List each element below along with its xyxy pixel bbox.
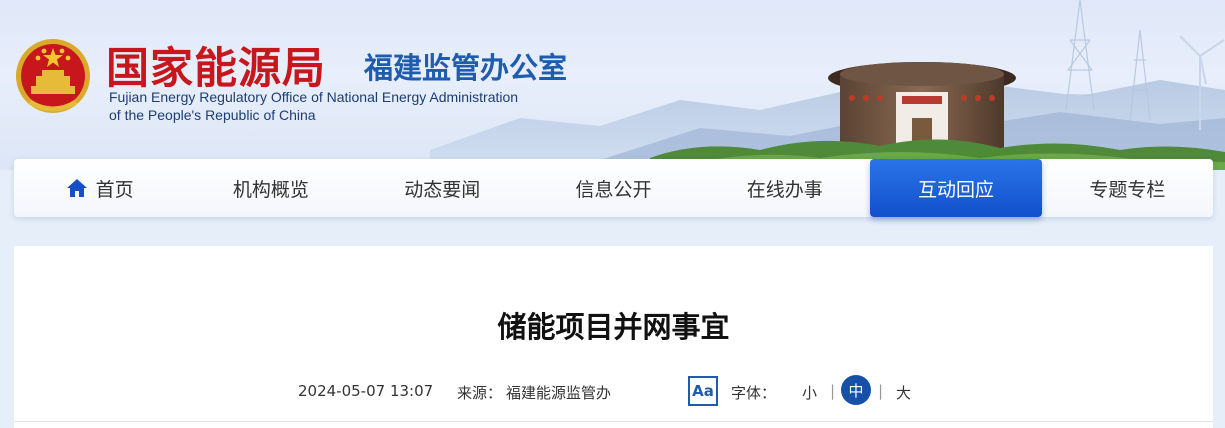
site-title-en: Fujian Energy Regulatory Office of Natio… <box>109 88 518 124</box>
header-banner: 国家能源局 福建监管办公室 Fujian Energy Regulatory O… <box>0 0 1225 170</box>
article-meta: 2024-05-07 13:07 来源： 福建能源监管办 Aa 字体： 小 | … <box>14 375 1213 412</box>
font-size-icon: Aa <box>688 376 718 406</box>
font-size-large-button[interactable]: 大 <box>896 382 911 403</box>
nav-item-label: 互动回应 <box>918 178 995 201</box>
site-subtitle-cn: 福建监管办公室 <box>364 51 568 85</box>
font-size-label: 字体： <box>731 384 777 402</box>
nav-item-label: 在线办事 <box>746 178 823 201</box>
source-value: 福建能源监管办 <box>506 384 612 402</box>
nav-item-special-topics[interactable]: 专题专栏 <box>1042 159 1213 217</box>
font-size-separator: | <box>878 382 884 400</box>
site-title-en-line2: of the People's Republic of China <box>109 107 316 123</box>
nav-item-online-services[interactable]: 在线办事 <box>699 159 870 217</box>
meta-divider <box>14 421 1213 422</box>
nav-item-news[interactable]: 动态要闻 <box>357 159 528 217</box>
font-size-separator: | <box>830 382 836 400</box>
publish-date: 2024-05-07 13:07 <box>298 382 434 400</box>
nav-item-home[interactable]: 首页 <box>14 159 185 217</box>
nav-item-label: 信息公开 <box>575 178 652 201</box>
font-size-medium-button[interactable]: 中 <box>841 375 871 405</box>
nav-item-label: 首页 <box>95 178 134 201</box>
national-emblem-icon <box>16 39 90 113</box>
site-title-cn: 国家能源局 <box>106 44 326 94</box>
nav-item-about[interactable]: 机构概览 <box>185 159 356 217</box>
font-size-small-button[interactable]: 小 <box>802 382 817 403</box>
source-label: 来源： <box>457 384 503 402</box>
nav-item-label: 机构概览 <box>232 178 309 201</box>
nav-item-label: 动态要闻 <box>404 178 481 201</box>
nav-item-label: 专题专栏 <box>1089 178 1166 201</box>
nav-item-interaction[interactable]: 互动回应 <box>870 159 1042 217</box>
main-nav: 首页 机构概览 动态要闻 信息公开 在线办事 互动回应 专题专栏 <box>14 159 1213 217</box>
tulou-building-illustration <box>828 62 1016 148</box>
article-title: 储能项目并网事宜 <box>497 310 730 344</box>
home-icon <box>66 179 87 197</box>
site-title-en-line1: Fujian Energy Regulatory Office of Natio… <box>109 89 519 105</box>
article-panel: 储能项目并网事宜 2024-05-07 13:07 来源： 福建能源监管办 Aa… <box>14 246 1213 428</box>
nav-item-info-disclosure[interactable]: 信息公开 <box>528 159 699 217</box>
